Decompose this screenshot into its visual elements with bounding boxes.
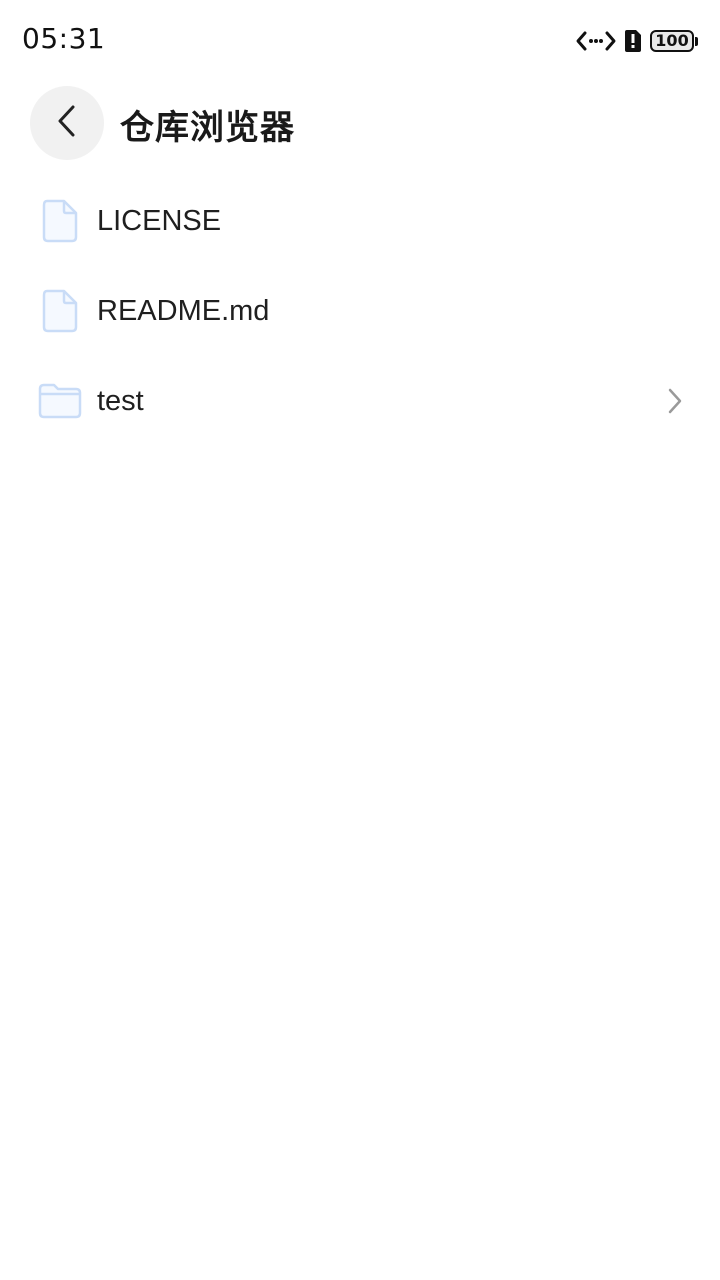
battery-level: 100 [650, 30, 694, 52]
chevron-right-icon [664, 386, 686, 416]
list-item-test-folder[interactable]: test [0, 356, 720, 446]
folder-icon [38, 379, 82, 423]
status-time: 05:31 [22, 22, 106, 55]
list-item-label: LICENSE [97, 204, 222, 237]
file-list: LICENSE README.md test [0, 176, 720, 446]
alert-sim-icon [624, 29, 642, 53]
list-item-label: test [97, 384, 144, 417]
header: 仓库浏览器 [0, 86, 720, 162]
chevron-left-icon [56, 104, 78, 142]
status-bar: 05:31 100 [0, 0, 720, 80]
status-icons: 100 [576, 26, 698, 56]
file-icon [38, 289, 82, 333]
list-item-label: README.md [97, 294, 270, 327]
list-item-readme[interactable]: README.md [0, 266, 720, 356]
file-icon [38, 199, 82, 243]
list-item-license[interactable]: LICENSE [0, 176, 720, 266]
screen: 05:31 100 仓库浏览器 LICENSE README.md test [0, 0, 720, 1280]
back-button[interactable] [30, 86, 104, 160]
battery-tip [695, 36, 698, 46]
page-title: 仓库浏览器 [120, 108, 295, 148]
battery-icon: 100 [650, 30, 698, 52]
data-transfer-icon [576, 28, 616, 54]
